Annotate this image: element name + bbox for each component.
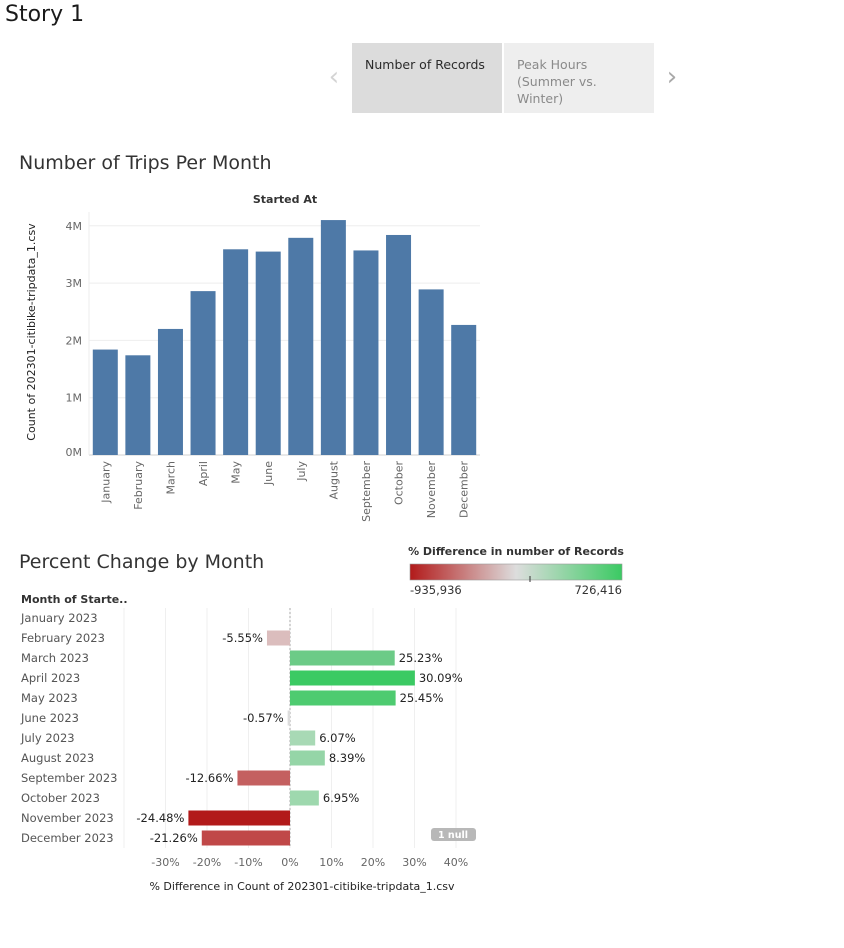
bar-august-2023 xyxy=(290,750,325,766)
bar-june-2023 xyxy=(287,710,290,726)
bar-march xyxy=(157,328,183,455)
x-axis-title: % Difference in Count of 202301-citibike… xyxy=(149,880,455,893)
data-label: -0.57% xyxy=(243,711,284,725)
x-tick-label: January xyxy=(99,461,112,504)
x-tick-label: November xyxy=(425,461,438,519)
x-tick-label: May xyxy=(230,461,243,484)
legend-min-label: -935,936 xyxy=(410,583,462,597)
bar-december xyxy=(451,324,477,455)
bar-july-2023 xyxy=(290,730,316,746)
legend-title: % Difference in number of Records xyxy=(408,545,624,558)
x-tick-label: June xyxy=(262,461,275,486)
y-tick-label: 2M xyxy=(66,334,83,347)
row-label: October 2023 xyxy=(21,791,100,805)
x-tick-label: December xyxy=(458,461,471,519)
y-tick-label: 1M xyxy=(66,392,83,405)
x-tick-label: August xyxy=(327,460,340,499)
row-header: Month of Starte.. xyxy=(21,593,128,606)
row-label: April 2023 xyxy=(21,671,80,685)
bar-february xyxy=(125,355,151,455)
bar-april xyxy=(190,291,216,455)
x-tick-label: 10% xyxy=(319,856,343,869)
row-label: September 2023 xyxy=(21,771,118,785)
bar-december-2023 xyxy=(201,830,290,846)
data-label: -24.48% xyxy=(136,811,184,825)
bar-march-2023 xyxy=(290,650,395,666)
bar-november xyxy=(418,289,444,455)
data-label: 25.23% xyxy=(399,651,443,665)
data-label: -12.66% xyxy=(185,771,233,785)
x-tick-label: February xyxy=(132,461,145,510)
row-label: June 2023 xyxy=(20,711,79,725)
trips-per-month-chart: Started At 0M 1M 2M 3M 4M Count of 202301-citi… xyxy=(20,193,624,893)
bar-june xyxy=(255,251,281,455)
row-label: January 2023 xyxy=(20,611,98,625)
x-tick-label: 0% xyxy=(281,856,298,869)
x-tick-label: July xyxy=(295,461,308,482)
x-tick-label: March xyxy=(164,461,177,495)
legend-max-label: 726,416 xyxy=(574,583,622,597)
data-label: -5.55% xyxy=(222,631,263,645)
column-header: Started At xyxy=(253,193,317,206)
x-tick-label: -30% xyxy=(151,856,179,869)
bar-october xyxy=(386,234,412,455)
data-label: 30.09% xyxy=(419,671,463,685)
x-tick-label: September xyxy=(360,461,373,522)
x-tick-label: -20% xyxy=(193,856,221,869)
y-tick-label: 4M xyxy=(66,220,83,233)
bar-october-2023 xyxy=(290,790,319,806)
row-label: May 2023 xyxy=(21,691,78,705)
bar-may xyxy=(223,249,249,455)
bar-september-2023 xyxy=(237,770,290,786)
row-label: February 2023 xyxy=(21,631,105,645)
null-badge-label: 1 null xyxy=(438,830,468,841)
bar-august xyxy=(320,220,346,455)
data-label: 25.45% xyxy=(400,691,444,705)
bar-january xyxy=(92,349,118,455)
row-label: August 2023 xyxy=(21,751,94,765)
data-label: -21.26% xyxy=(150,831,198,845)
row-label: November 2023 xyxy=(21,811,114,825)
bar-april-2023 xyxy=(290,670,415,686)
bar-may-2023 xyxy=(290,690,396,706)
x-tick-label: 40% xyxy=(444,856,468,869)
x-tick-label: October xyxy=(393,461,406,505)
bar-november-2023 xyxy=(188,810,290,826)
x-tick-label: 30% xyxy=(402,856,426,869)
y-tick-label: 0M xyxy=(66,446,83,459)
x-tick-label: 20% xyxy=(361,856,385,869)
bar-july xyxy=(288,237,314,455)
x-tick-label: -10% xyxy=(234,856,262,869)
row-label: July 2023 xyxy=(20,731,75,745)
row-label: December 2023 xyxy=(21,831,114,845)
y-axis-title: Count of 202301-citibike-tripdata_1.csv xyxy=(25,223,38,441)
color-legend-bar xyxy=(409,563,623,581)
data-label: 6.95% xyxy=(323,791,360,805)
row-label: March 2023 xyxy=(21,651,89,665)
bar-february-2023 xyxy=(266,630,290,646)
y-tick-label: 3M xyxy=(66,277,83,290)
x-tick-label: April xyxy=(197,461,210,486)
bar-september xyxy=(353,250,379,455)
data-label: 8.39% xyxy=(329,751,366,765)
data-label: 6.07% xyxy=(319,731,356,745)
